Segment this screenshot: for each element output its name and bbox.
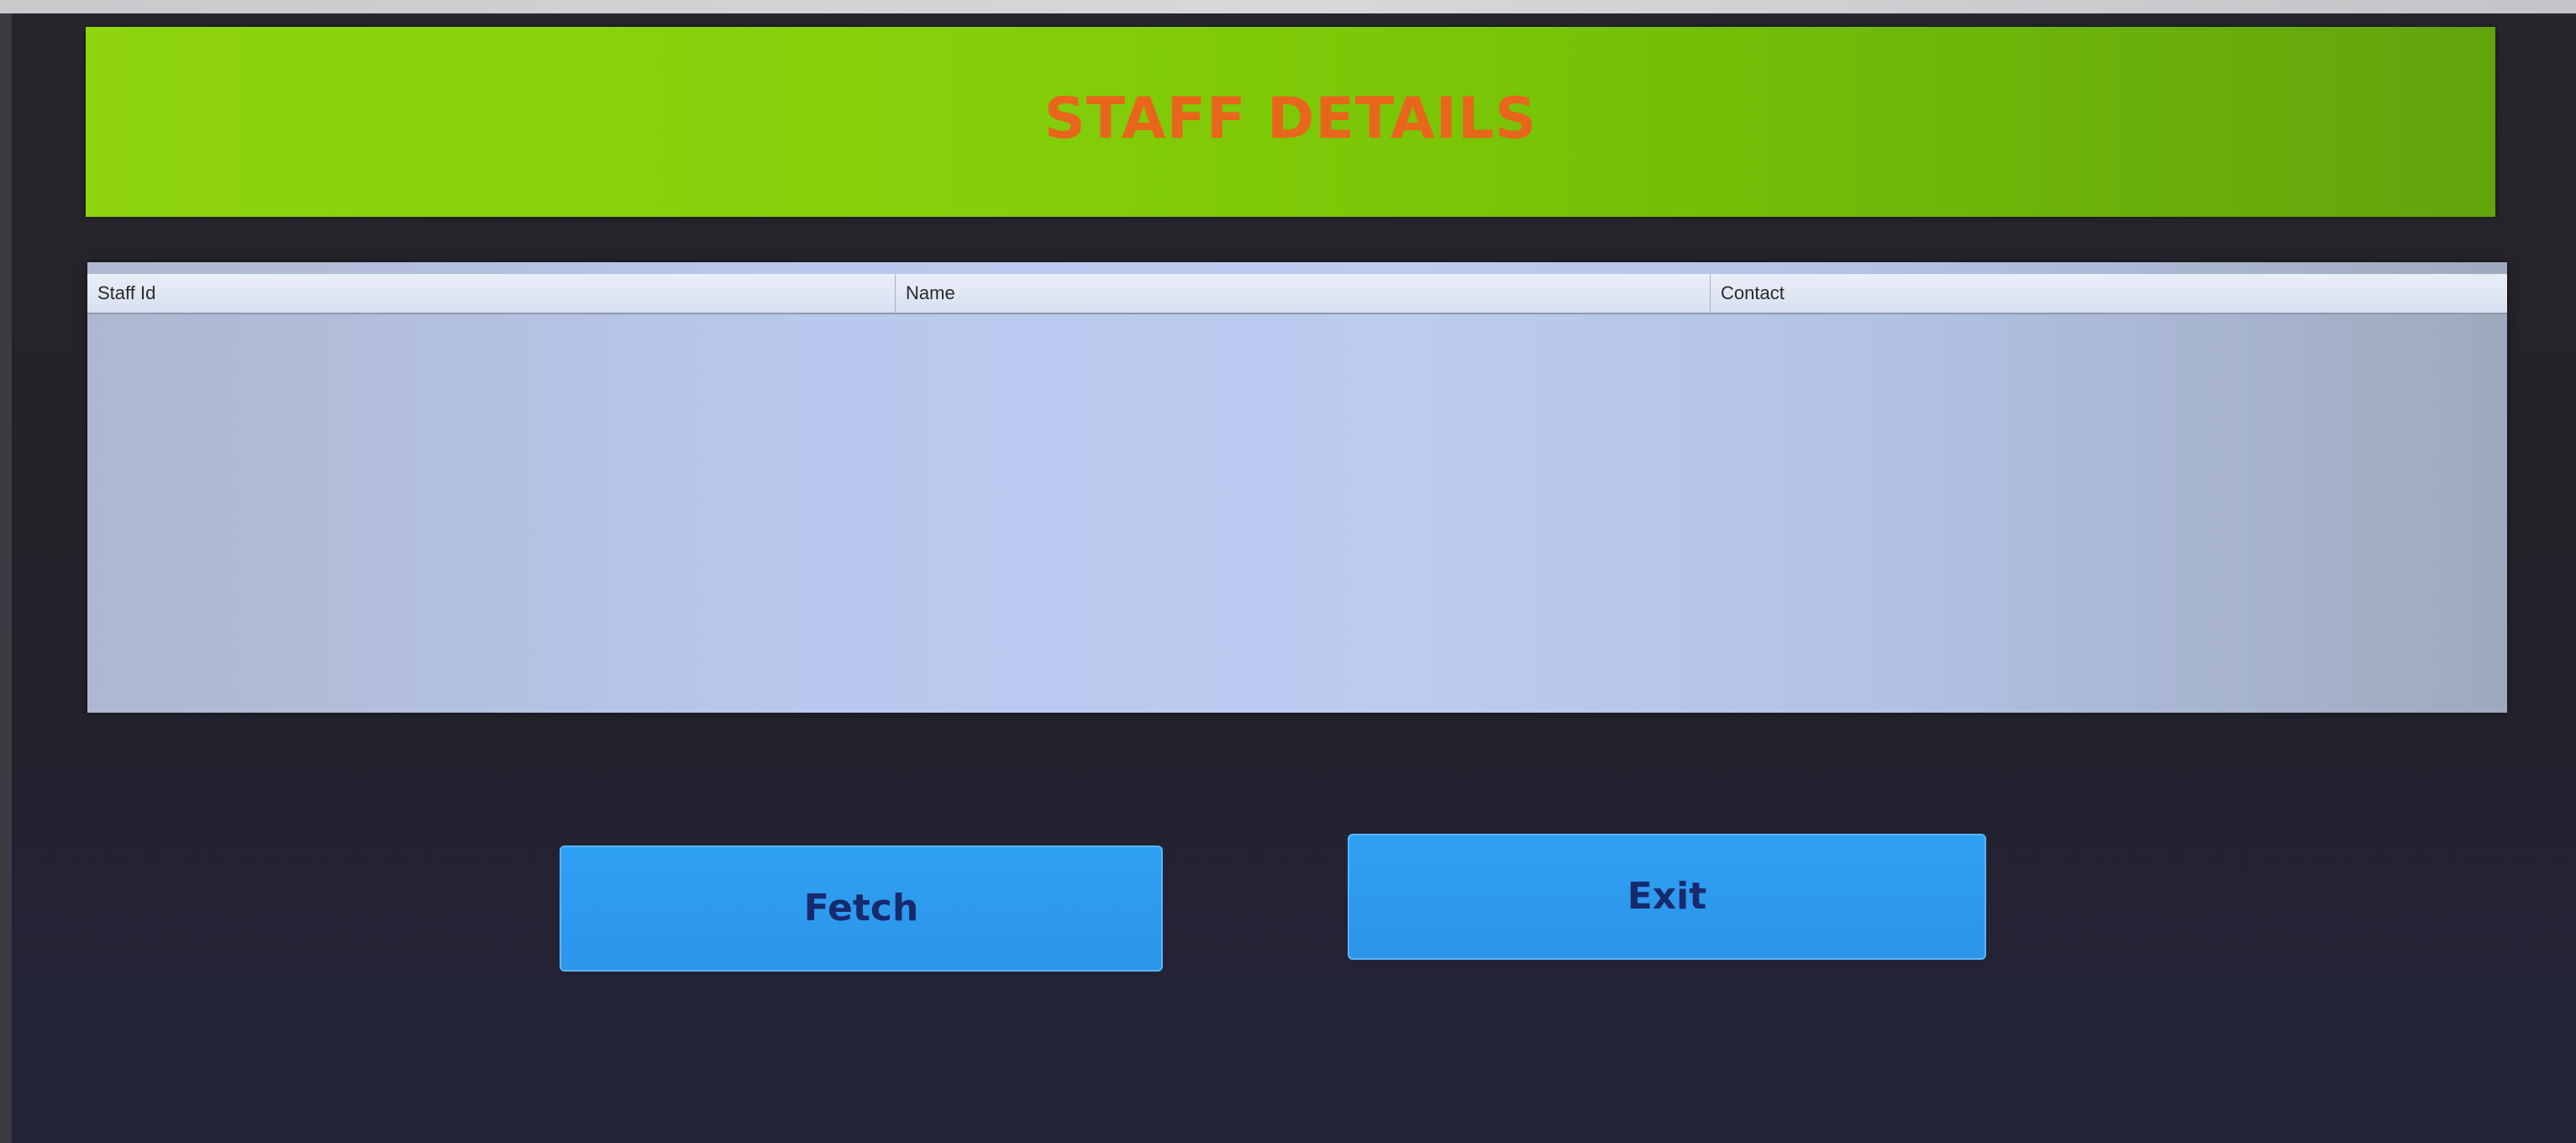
exit-button[interactable]: Exit bbox=[1348, 834, 1986, 960]
fetch-button[interactable]: Fetch bbox=[560, 845, 1163, 972]
column-header-name[interactable]: Name bbox=[896, 274, 1711, 313]
header-banner: STAFF DETAILS bbox=[86, 27, 2495, 217]
window-top-strip bbox=[0, 0, 2576, 13]
table-header: Staff Id Name Contact bbox=[87, 274, 2507, 314]
column-header-staff-id[interactable]: Staff Id bbox=[87, 274, 896, 313]
page-title: STAFF DETAILS bbox=[1044, 86, 1538, 152]
window-left-edge bbox=[0, 13, 12, 1143]
staff-table[interactable]: Staff Id Name Contact bbox=[87, 262, 2507, 713]
table-body[interactable] bbox=[87, 314, 2507, 713]
column-header-contact[interactable]: Contact bbox=[1711, 274, 2507, 313]
